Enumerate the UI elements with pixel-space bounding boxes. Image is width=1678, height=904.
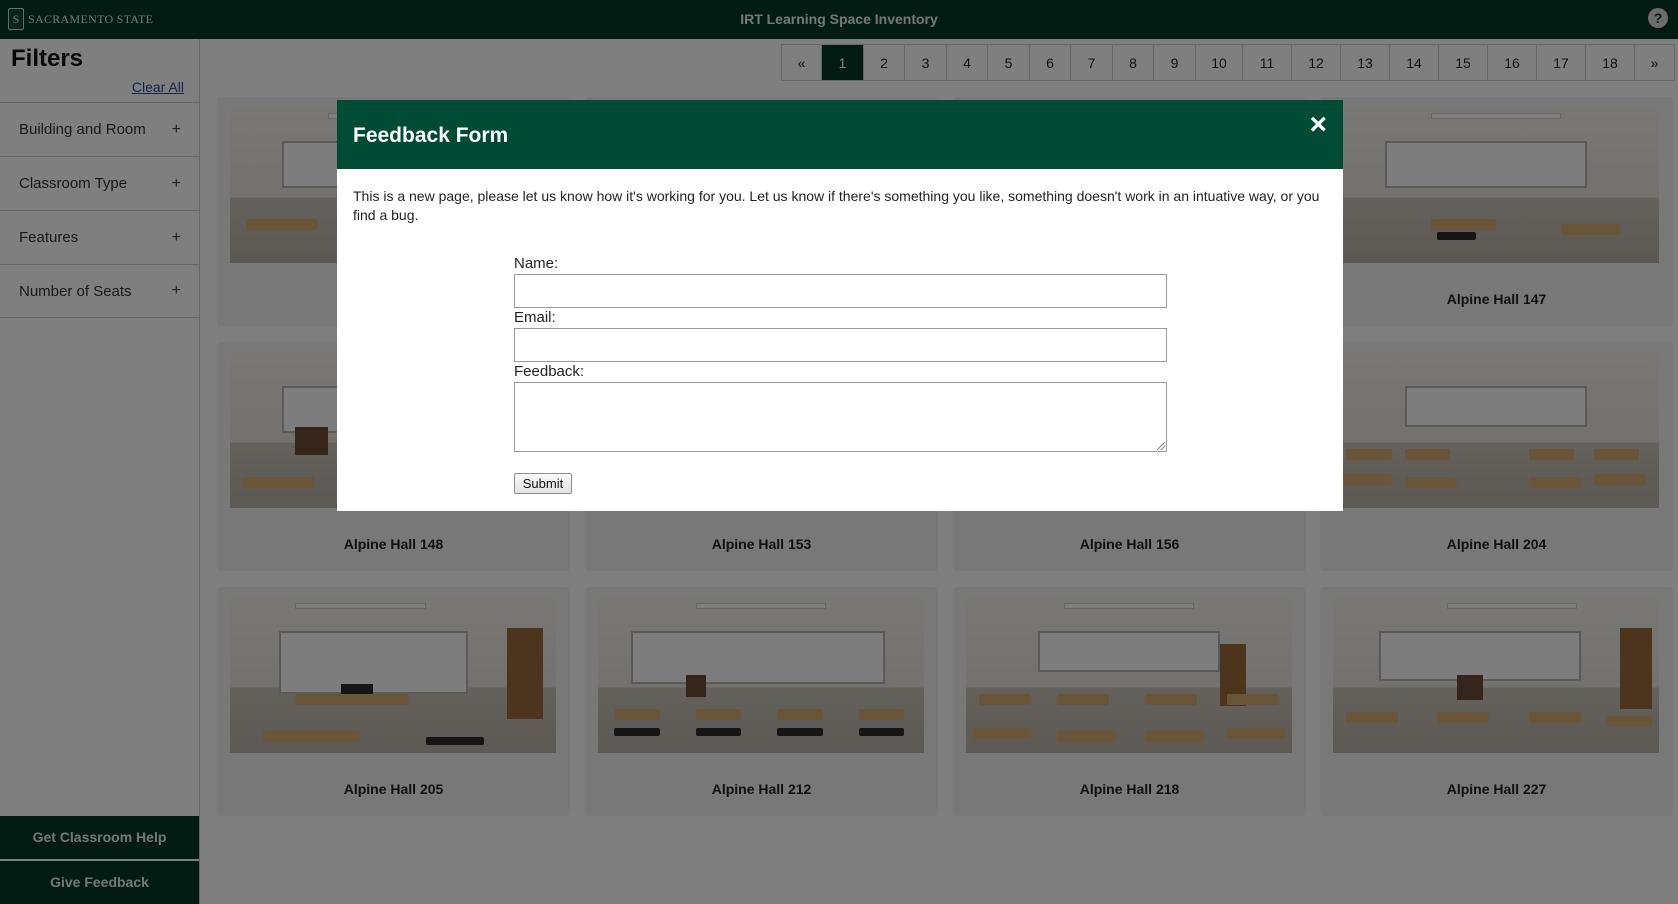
- email-label: Email:: [514, 309, 556, 326]
- close-icon[interactable]: ×: [1309, 110, 1327, 140]
- email-field[interactable]: [514, 328, 1167, 362]
- modal-intro-text: This is a new page, please let us know h…: [353, 188, 1320, 223]
- name-field[interactable]: [514, 274, 1167, 308]
- modal-header: Feedback Form ×: [337, 100, 1343, 169]
- submit-button[interactable]: Submit: [514, 473, 572, 494]
- feedback-modal: Feedback Form × This is a new page, plea…: [337, 100, 1343, 511]
- resize-handle-icon[interactable]: [1157, 442, 1165, 450]
- modal-title: Feedback Form: [353, 124, 509, 147]
- name-label: Name:: [514, 255, 559, 272]
- feedback-textarea[interactable]: [514, 382, 1167, 452]
- feedback-label: Feedback:: [514, 363, 585, 380]
